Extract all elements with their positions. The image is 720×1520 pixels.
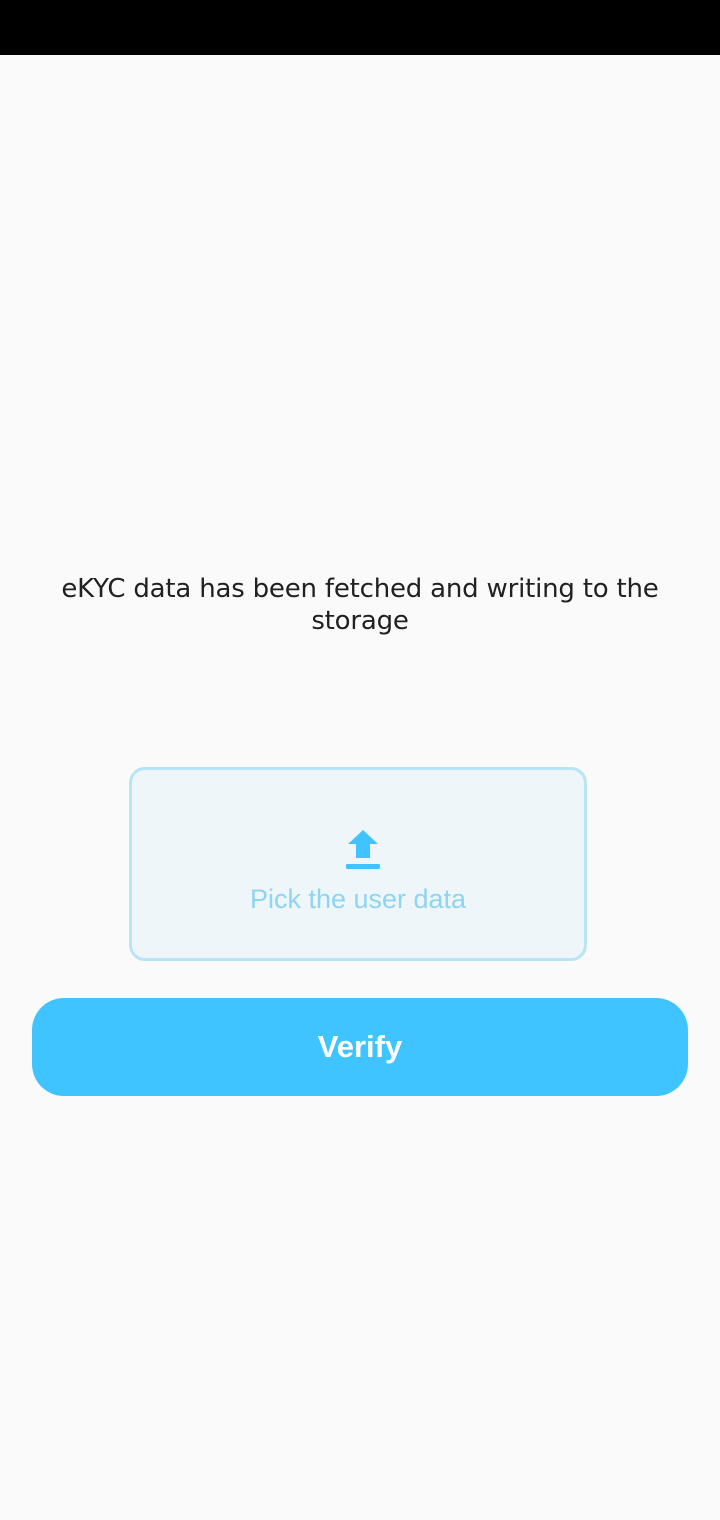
pick-user-data-label: Pick the user data xyxy=(249,884,467,914)
upload-icon xyxy=(344,828,382,872)
status-bar xyxy=(0,0,720,55)
pick-user-data-button[interactable]: Pick the user data xyxy=(129,767,587,961)
verify-button[interactable]: Verify xyxy=(32,998,688,1096)
status-message: eKYC data has been fetched and writing t… xyxy=(61,574,659,636)
